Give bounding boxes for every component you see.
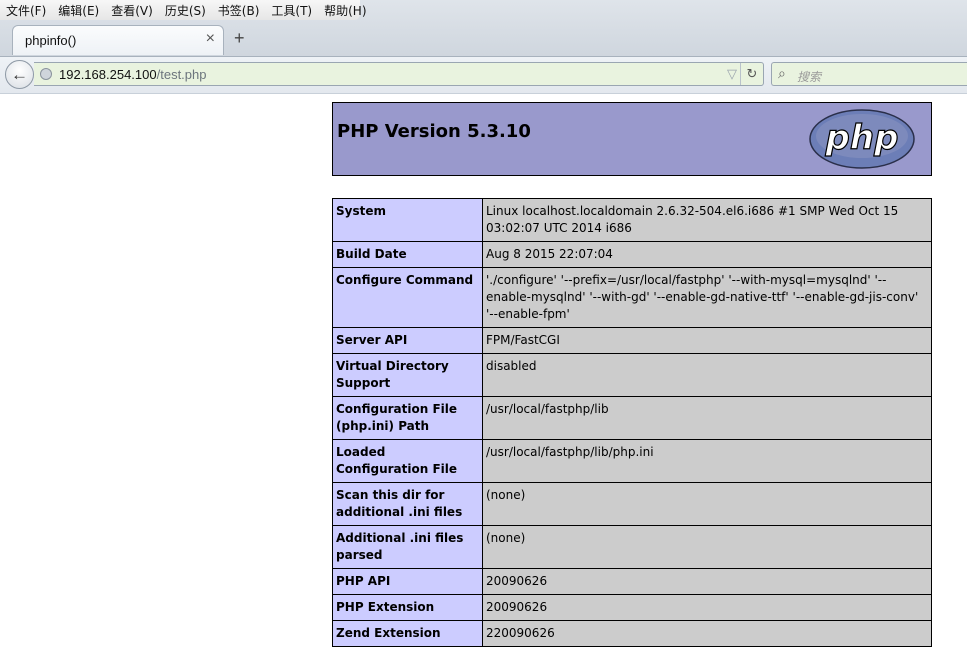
row-value: /usr/local/fastphp/lib/php.ini: [482, 439, 932, 483]
table-row: Server API FPM/FastCGI: [332, 327, 932, 354]
table-row: Configure Command './configure' '--prefix…: [332, 267, 932, 328]
row-value: Linux localhost.localdomain 2.6.32-504.e…: [482, 198, 932, 242]
row-value: 220090626: [482, 620, 932, 647]
php-info-table: System Linux localhost.localdomain 2.6.32…: [332, 198, 932, 647]
row-label: Server API: [332, 327, 483, 354]
back-button[interactable]: ←: [5, 60, 34, 89]
reload-icon[interactable]: ↻: [740, 63, 763, 85]
php-version-header: PHP Version 5.3.10 php: [332, 102, 932, 176]
menu-help[interactable]: 帮助(H): [318, 2, 372, 19]
tab-title: phpinfo(): [25, 33, 77, 48]
menu-edit[interactable]: 编辑(E): [52, 2, 105, 19]
table-row: System Linux localhost.localdomain 2.6.32…: [332, 198, 932, 242]
menu-history[interactable]: 历史(S): [159, 2, 212, 19]
php-logo-icon: php: [809, 109, 915, 169]
row-label: Scan this dir for additional .ini files: [332, 482, 483, 526]
search-input[interactable]: ⌕ 搜索: [771, 62, 967, 86]
row-value: './configure' '--prefix=/usr/local/fastp…: [482, 267, 932, 328]
bookmark-dropdown-icon[interactable]: ▽: [727, 66, 737, 82]
menu-bookmarks[interactable]: 书签(B): [212, 2, 266, 19]
page-title: PHP Version 5.3.10: [337, 121, 531, 142]
row-label: Loaded Configuration File: [332, 439, 483, 483]
table-row: Build Date Aug 8 2015 22:07:04: [332, 241, 932, 268]
logo-text: php: [825, 118, 899, 158]
search-icon: ⌕: [778, 65, 786, 81]
row-label: Zend Extension: [332, 620, 483, 647]
site-identity-icon[interactable]: [40, 68, 52, 80]
row-label: Virtual Directory Support: [332, 353, 483, 397]
url-text: 192.168.254.100/test.php: [59, 67, 206, 82]
row-value: (none): [482, 525, 932, 569]
close-tab-icon[interactable]: ×: [206, 30, 215, 48]
table-row: Scan this dir for additional .ini files(…: [332, 482, 932, 526]
browser-chrome: 文件(F) 编辑(E) 查看(V) 历史(S) 书签(B) 工具(T) 帮助(H…: [0, 0, 967, 94]
row-value: (none): [482, 482, 932, 526]
menu-tools[interactable]: 工具(T): [265, 2, 318, 19]
row-label: System: [332, 198, 483, 242]
table-row: PHP Extension 20090626: [332, 594, 932, 621]
row-label: Configuration File (php.ini) Path: [332, 396, 483, 440]
back-arrow-icon: ←: [11, 64, 28, 84]
url-host: 192.168.254.100: [59, 67, 157, 82]
row-label: Configure Command: [332, 267, 483, 328]
row-value: Aug 8 2015 22:07:04: [482, 241, 932, 268]
tab-phpinfo[interactable]: phpinfo() ×: [12, 25, 224, 55]
row-value: 20090626: [482, 594, 932, 621]
row-label: PHP API: [332, 568, 483, 595]
row-label: Build Date: [332, 241, 483, 268]
table-row: Virtual Directory Support disabled: [332, 353, 932, 397]
table-row: Loaded Configuration File/usr/local/fast…: [332, 439, 932, 483]
table-row: PHP API 20090626: [332, 568, 932, 595]
search-placeholder: 搜索: [797, 70, 822, 84]
menu-bar: 文件(F) 编辑(E) 查看(V) 历史(S) 书签(B) 工具(T) 帮助(H…: [0, 0, 367, 20]
row-value: /usr/local/fastphp/lib: [482, 396, 932, 440]
menu-view[interactable]: 查看(V): [105, 2, 159, 19]
new-tab-icon[interactable]: +: [234, 28, 245, 49]
tab-strip: phpinfo() × +: [0, 22, 967, 56]
navigation-bar: ← 192.168.254.100/test.php ▽ ↻ ⌕ 搜索: [0, 56, 967, 93]
row-label: PHP Extension: [332, 594, 483, 621]
table-row: Zend Extension 220090626: [332, 620, 932, 647]
table-row: Additional .ini files parsed (none): [332, 525, 932, 569]
url-path: /test.php: [156, 67, 207, 82]
row-label: Additional .ini files parsed: [332, 525, 483, 569]
address-bar[interactable]: 192.168.254.100/test.php ▽ ↻: [34, 62, 764, 86]
page-content: PHP Version 5.3.10 php System Linux local…: [0, 94, 967, 647]
row-value: 20090626: [482, 568, 932, 595]
table-row: Configuration File (php.ini) Path/usr/lo…: [332, 396, 932, 440]
row-value: disabled: [482, 353, 932, 397]
row-value: FPM/FastCGI: [482, 327, 932, 354]
menu-file[interactable]: 文件(F): [0, 2, 52, 19]
